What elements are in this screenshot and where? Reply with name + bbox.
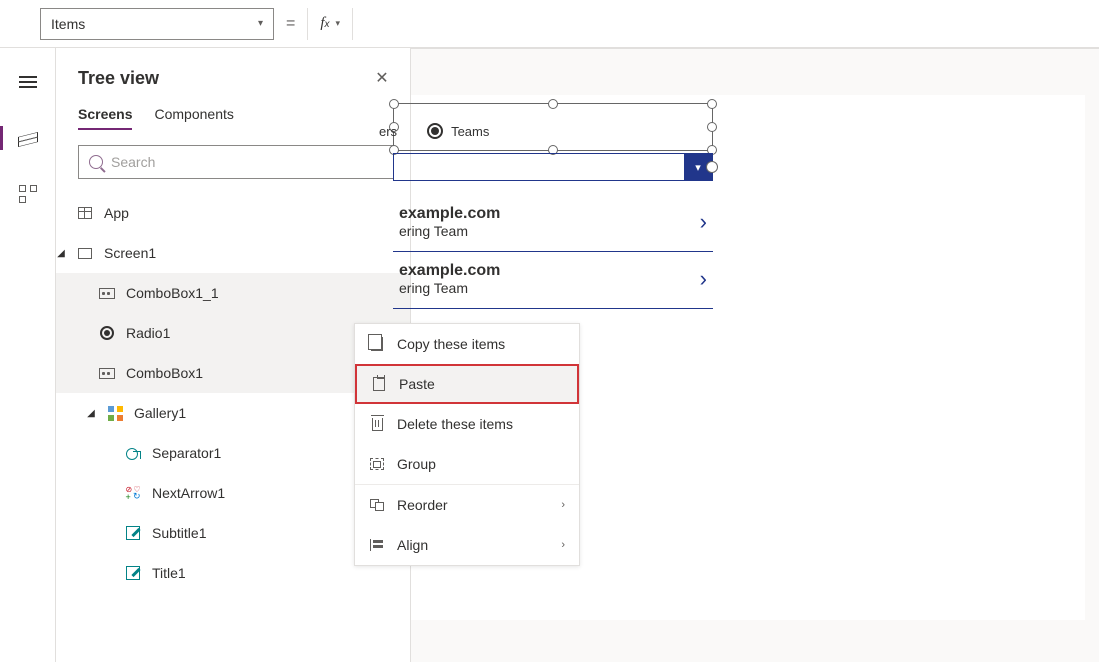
tab-screens[interactable]: Screens: [78, 106, 132, 130]
hamburger-button[interactable]: [8, 66, 48, 98]
combobox-icon: [99, 288, 115, 299]
radio-icon: [100, 326, 114, 340]
paste-icon: [373, 377, 385, 391]
ctx-align[interactable]: Align ›: [355, 525, 579, 565]
chevron-right-icon: ›: [561, 539, 565, 551]
screen-icon: [78, 248, 92, 259]
resize-handle[interactable]: [707, 122, 717, 132]
tree-view-rail-button[interactable]: [8, 122, 48, 154]
trash-icon: [372, 418, 383, 431]
close-icon: ✕: [375, 68, 388, 88]
chevron-right-icon[interactable]: ›: [700, 266, 707, 292]
apps-icon: [19, 185, 37, 203]
gallery-item[interactable]: example.com ering Team ›: [393, 195, 713, 252]
radio-dot-icon: [427, 123, 443, 139]
gallery-subtitle: ering Team: [399, 223, 500, 239]
tree-label: NextArrow1: [152, 485, 225, 501]
tree-tabs: Screens Components: [78, 106, 394, 131]
left-rail: [0, 48, 56, 662]
search-placeholder: Search: [111, 154, 155, 170]
ctx-label: Copy these items: [397, 336, 505, 352]
gallery-control[interactable]: example.com ering Team › example.com eri…: [393, 195, 713, 309]
chevron-right-icon: ›: [561, 499, 565, 511]
tree-label: Title1: [152, 565, 186, 581]
radio-option-2[interactable]: Teams: [427, 123, 489, 139]
tree-node-combobox1-1[interactable]: ComboBox1_1: [56, 273, 410, 313]
property-select-value: Items: [51, 16, 85, 32]
combobox-icon: [99, 368, 115, 379]
separator-icon: [126, 448, 141, 459]
search-icon: [89, 155, 103, 169]
hamburger-icon: [19, 76, 37, 88]
ctx-label: Reorder: [397, 497, 448, 513]
insert-rail-button[interactable]: [8, 178, 48, 210]
tree-label: Gallery1: [134, 405, 186, 421]
radio-option-1[interactable]: ers: [379, 124, 397, 139]
equals-sign: =: [286, 15, 295, 33]
resize-handle[interactable]: [389, 99, 399, 109]
nextarrow-icon: ⊘♡+↻: [126, 486, 141, 500]
tree-label: Subtitle1: [152, 525, 206, 541]
tree-label: App: [104, 205, 129, 221]
app-icon: [78, 207, 92, 219]
ctx-copy[interactable]: Copy these items: [355, 324, 579, 364]
radio-label: ers: [379, 124, 397, 139]
align-icon: [370, 539, 384, 551]
ctx-label: Group: [397, 456, 436, 472]
resize-handle[interactable]: [548, 99, 558, 109]
chevron-down-icon: ▾: [336, 18, 341, 29]
caret-icon[interactable]: ◢: [86, 408, 96, 419]
reorder-icon: [370, 499, 384, 511]
tree-label: Radio1: [126, 325, 170, 341]
fx-button[interactable]: fx ▾: [307, 8, 353, 40]
tree-label: ComboBox1: [126, 365, 203, 381]
gallery-title: example.com: [399, 262, 500, 280]
gallery-item[interactable]: example.com ering Team ›: [393, 252, 713, 309]
tree-view-title: Tree view: [78, 68, 159, 89]
gallery-icon: [108, 406, 123, 421]
layers-icon: [18, 130, 38, 146]
context-menu: Copy these items Paste Delete these item…: [354, 323, 580, 566]
tree-label: Screen1: [104, 245, 156, 261]
ctx-reorder[interactable]: Reorder ›: [355, 485, 579, 525]
formula-input[interactable]: [353, 8, 1099, 40]
tree-node-screen1[interactable]: ◢ Screen1: [56, 233, 410, 273]
label-icon: [126, 566, 140, 580]
tree-node-app[interactable]: App: [56, 193, 410, 233]
gallery-subtitle: ering Team: [399, 280, 500, 296]
ctx-label: Delete these items: [397, 416, 513, 432]
ctx-delete[interactable]: Delete these items: [355, 404, 579, 444]
radio-control[interactable]: ers Teams: [405, 123, 489, 139]
gallery-title: example.com: [399, 205, 500, 223]
tree-label: ComboBox1_1: [126, 285, 219, 301]
chevron-down-icon: ▾: [258, 18, 263, 29]
group-icon: [370, 458, 384, 470]
property-select[interactable]: Items ▾: [40, 8, 274, 40]
radio-label: Teams: [451, 124, 489, 139]
copy-icon: [371, 337, 383, 351]
chevron-down-icon: ▾: [695, 161, 701, 174]
label-icon: [126, 526, 140, 540]
resize-handle[interactable]: [706, 161, 718, 173]
tree-label: Separator1: [152, 445, 221, 461]
resize-handle[interactable]: [707, 99, 717, 109]
close-button[interactable]: ✕: [370, 66, 394, 90]
fx-icon: fx: [320, 15, 329, 32]
tab-components[interactable]: Components: [154, 106, 233, 130]
ctx-label: Align: [397, 537, 428, 553]
tree-list: App ◢ Screen1 ComboBox1_1 Radio1 ComboBo…: [78, 193, 394, 593]
search-input[interactable]: Search: [78, 145, 394, 179]
formula-bar: Items ▾ = fx ▾: [0, 0, 1099, 48]
ctx-paste[interactable]: Paste: [355, 364, 579, 404]
selection-outline-combobox[interactable]: ▾: [393, 153, 713, 181]
ctx-label: Paste: [399, 376, 435, 392]
chevron-right-icon[interactable]: ›: [700, 209, 707, 235]
ctx-group[interactable]: Group: [355, 444, 579, 484]
caret-icon[interactable]: ◢: [56, 248, 66, 259]
